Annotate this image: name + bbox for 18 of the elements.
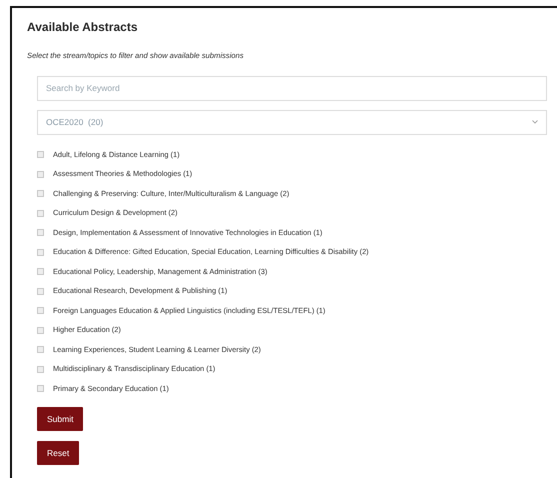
action-button[interactable]: Reset (37, 441, 80, 466)
checkbox[interactable] (37, 326, 44, 334)
checkbox[interactable] (37, 229, 44, 236)
checkbox[interactable] (37, 190, 44, 198)
checkbox[interactable] (37, 366, 44, 373)
chevron-icon (532, 120, 538, 124)
checkbox[interactable] (37, 170, 44, 178)
checkbox[interactable] (37, 307, 44, 314)
checkbox[interactable] (37, 288, 44, 295)
checkbox[interactable] (37, 268, 44, 276)
checkbox[interactable] (37, 210, 44, 217)
checkbox[interactable] (37, 346, 44, 354)
checkbox[interactable] (37, 248, 44, 256)
panel-title: Available Abstracts (27, 20, 138, 34)
checkbox[interactable] (37, 151, 44, 158)
search-field[interactable]: Search by Keyword (37, 76, 547, 101)
action-button[interactable]: Submit (37, 407, 84, 432)
checkbox[interactable] (37, 385, 44, 392)
